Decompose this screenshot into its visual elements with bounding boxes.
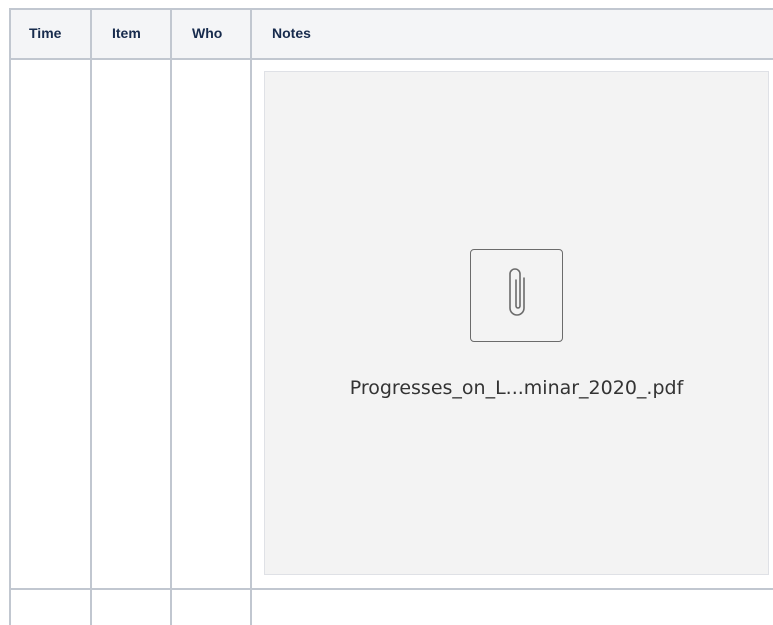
column-divider-time (90, 8, 92, 625)
column-divider-item (170, 8, 172, 625)
table-border-left (9, 8, 11, 625)
table-header-row: Time Item Who Notes (9, 8, 773, 58)
header-divider (9, 58, 773, 60)
attachment-preview[interactable]: Progresses_on_L...minar_2020_.pdf (264, 71, 769, 575)
header-time: Time (29, 25, 62, 41)
column-divider-who (250, 8, 252, 625)
row-divider (9, 588, 773, 590)
meeting-table: Time Item Who Notes Progresses_on_L...mi… (9, 8, 773, 625)
header-item: Item (112, 25, 141, 41)
table-border-top (9, 8, 773, 10)
header-who: Who (192, 25, 223, 41)
attachment-filename[interactable]: Progresses_on_L...minar_2020_.pdf (265, 377, 768, 399)
attachment-icon-frame (470, 249, 563, 342)
header-notes: Notes (272, 25, 311, 41)
